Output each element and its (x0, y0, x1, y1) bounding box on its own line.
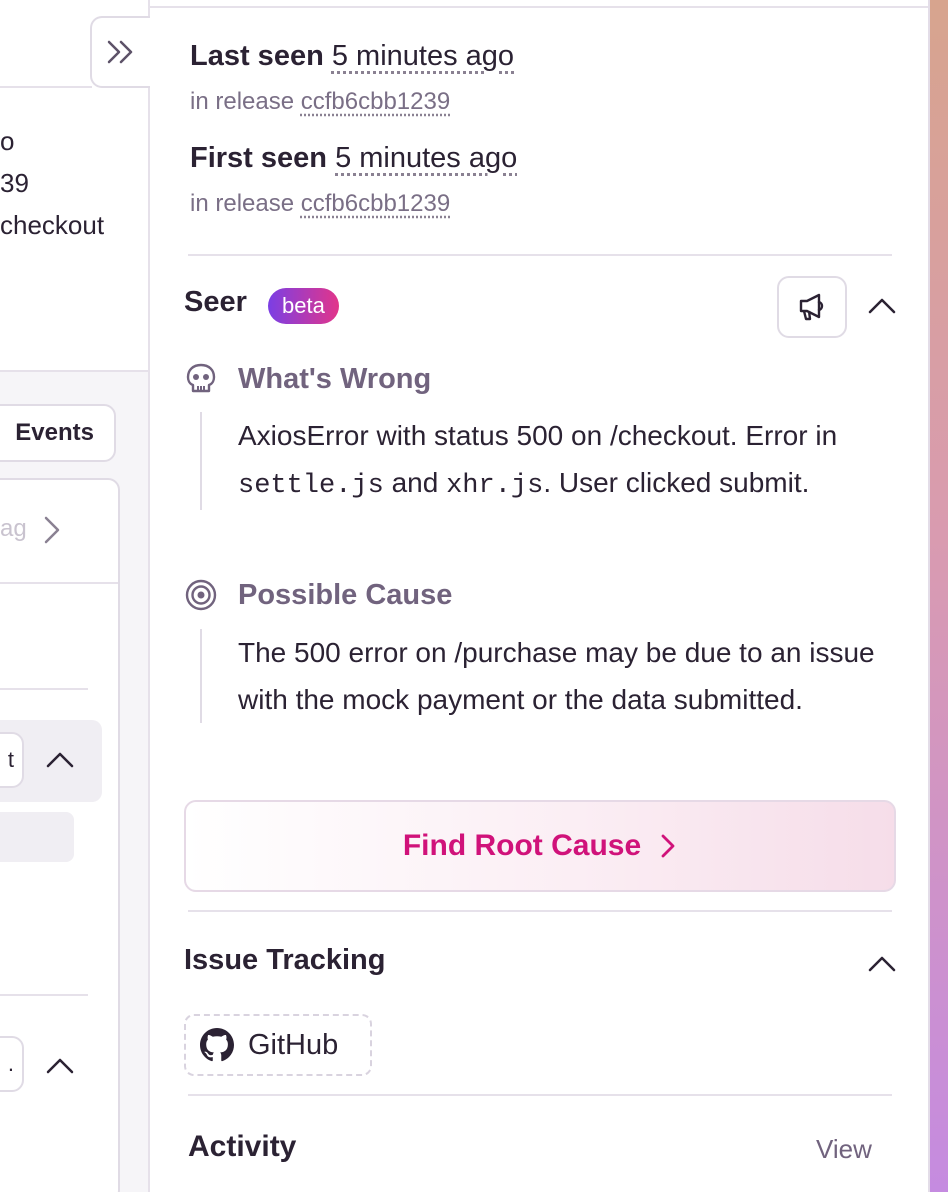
whats-wrong-title: What's Wrong (238, 362, 432, 395)
divider (188, 910, 892, 912)
issue-sidebar: Last seen 5 minutes ago in release ccfb6… (150, 0, 928, 1192)
github-icon (200, 1028, 234, 1062)
chevron-up-icon (868, 956, 896, 972)
window-edge (930, 0, 948, 1192)
last-seen-label: Last seen (190, 40, 324, 72)
code-settle-js: settle.js (238, 471, 384, 501)
megaphone-icon (799, 293, 824, 321)
divider (0, 582, 118, 584)
github-integration-button[interactable]: GitHub (184, 1014, 372, 1076)
feedback-button[interactable] (777, 276, 847, 338)
activity-view-link[interactable]: View (816, 1134, 872, 1165)
find-root-cause-button[interactable]: Find Root Cause (184, 800, 896, 892)
issue-tracking-collapse-button[interactable] (866, 948, 898, 980)
divider (188, 254, 892, 256)
last-seen-release-link[interactable]: ccfb6cbb1239 (301, 88, 450, 115)
page: o 39 checkout Events ag t . Last seen 5 … (0, 0, 948, 1192)
tag-search-input[interactable]: ag (0, 515, 27, 543)
chevron-right-icon[interactable] (40, 514, 64, 546)
chevron-up-icon[interactable] (44, 748, 76, 772)
chevron-up-icon (868, 298, 896, 314)
github-label: GitHub (248, 1028, 339, 1061)
left-text-line: 39 (0, 168, 29, 198)
divider (0, 86, 92, 88)
first-seen-release-link[interactable]: ccfb6cbb1239 (301, 190, 450, 217)
placeholder-bar (0, 812, 74, 862)
possible-cause-text: The 500 error on /purchase may be due to… (200, 629, 890, 723)
whats-wrong-text-2: and (391, 467, 439, 498)
chevron-double-right-icon (107, 40, 133, 64)
chevron-up-icon[interactable] (44, 1054, 76, 1078)
release-prefix: in release (190, 190, 295, 217)
beta-badge: beta (268, 288, 339, 324)
possible-cause-title: Possible Cause (238, 578, 453, 611)
first-seen-release-row: in release ccfb6cbb1239 (190, 190, 450, 218)
skull-icon (186, 363, 216, 393)
last-seen-release-row: in release ccfb6cbb1239 (190, 88, 450, 116)
find-root-cause-label: Find Root Cause (402, 829, 642, 862)
whats-wrong-header: What's Wrong (184, 362, 431, 396)
events-button[interactable]: Events (0, 404, 116, 462)
seer-title: Seer (184, 286, 247, 318)
section-action-button[interactable]: . (0, 1036, 24, 1092)
divider (0, 994, 88, 996)
target-icon (185, 579, 217, 611)
code-xhr-js: xhr.js (446, 471, 544, 501)
last-seen-value[interactable]: 5 minutes ago (332, 40, 514, 72)
activity-title: Activity (188, 1130, 297, 1163)
whats-wrong-text-1: AxiosError with status 500 on /checkout.… (238, 420, 838, 451)
left-text-line: o (0, 126, 15, 156)
issue-tracking-title: Issue Tracking (184, 944, 386, 976)
section-action-button[interactable]: t (0, 732, 24, 788)
last-seen-row: Last seen 5 minutes ago (190, 40, 514, 73)
first-seen-row: First seen 5 minutes ago (190, 142, 517, 175)
issue-main-panel: o 39 checkout Events ag t . (0, 0, 150, 1192)
first-seen-value[interactable]: 5 minutes ago (335, 142, 517, 174)
whats-wrong-text: AxiosError with status 500 on /checkout.… (200, 412, 890, 510)
whats-wrong-text-3: . User clicked submit. (543, 467, 810, 498)
divider (188, 1094, 892, 1096)
first-seen-label: First seen (190, 142, 327, 174)
release-prefix: in release (190, 88, 295, 115)
seer-collapse-button[interactable] (866, 290, 898, 322)
divider (0, 688, 88, 690)
chevron-right-icon (661, 834, 675, 858)
left-text-line: checkout (0, 210, 105, 240)
collapse-sidebar-button[interactable] (90, 16, 150, 88)
possible-cause-header: Possible Cause (184, 578, 452, 612)
